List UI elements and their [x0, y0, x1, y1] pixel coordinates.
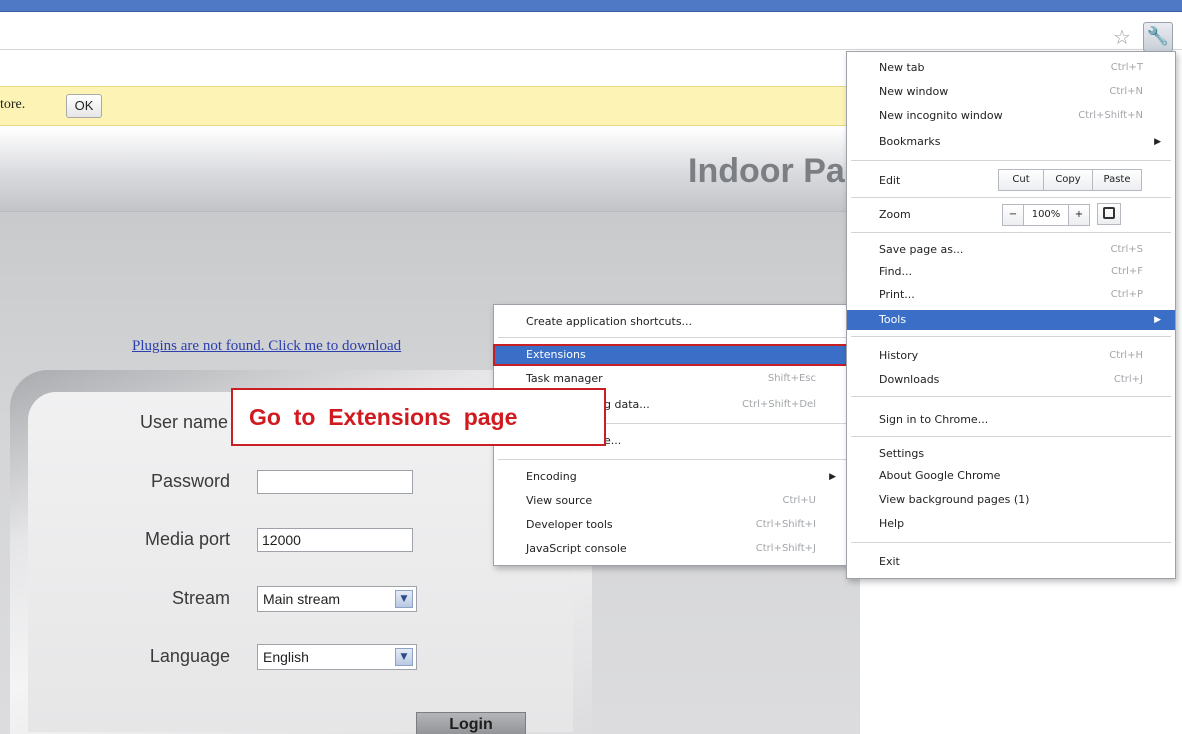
menu-separator — [851, 232, 1171, 233]
menu-separator — [851, 396, 1171, 397]
arrow-right-icon: ▶ — [829, 472, 836, 482]
stream-select[interactable]: Main stream ▼ — [257, 586, 417, 612]
info-bar-text: tore. — [0, 97, 26, 112]
chevron-down-icon[interactable]: ▼ — [395, 648, 413, 666]
menu-item-save-page[interactable]: Save page as... Ctrl+S — [847, 240, 1175, 260]
menu-item-extensions[interactable]: Extensions — [493, 344, 851, 366]
menu-separator — [851, 197, 1171, 198]
browser-toolbar: ☆ 🔧 — [0, 12, 1182, 52]
menu-item-settings[interactable]: Settings — [847, 444, 1175, 464]
info-bar-ok-button[interactable]: OK — [66, 94, 102, 118]
paste-button[interactable]: Paste — [1092, 169, 1142, 191]
menu-item-create-shortcuts[interactable]: Create application shortcuts... — [494, 312, 850, 332]
media-port-label: Media port — [144, 529, 230, 549]
menu-item-view-source[interactable]: View source Ctrl+U — [494, 491, 850, 511]
username-label: User name — [139, 412, 228, 432]
media-port-field[interactable]: 12000 — [257, 528, 413, 552]
wrench-icon[interactable]: 🔧 — [1143, 22, 1173, 52]
copy-button[interactable]: Copy — [1043, 169, 1093, 191]
menu-item-sign-in[interactable]: Sign in to Chrome... — [847, 410, 1175, 430]
annotation-callout: Go to Extensions page — [231, 388, 606, 446]
menu-item-tools[interactable]: Tools ▶ — [847, 310, 1175, 330]
menu-separator — [498, 337, 846, 338]
menu-item-exit[interactable]: Exit — [847, 552, 1175, 572]
menu-item-help[interactable]: Help — [847, 514, 1175, 534]
chrome-main-menu: New tab Ctrl+T New window Ctrl+N New incog… — [846, 51, 1176, 579]
menu-item-find[interactable]: Find... Ctrl+F — [847, 262, 1175, 282]
menu-item-task-manager[interactable]: Task manager Shift+Esc — [494, 369, 850, 389]
stream-label: Stream — [171, 588, 230, 608]
menu-item-developer-tools[interactable]: Developer tools Ctrl+Shift+I — [494, 515, 850, 535]
menu-item-print[interactable]: Print... Ctrl+P — [847, 285, 1175, 305]
zoom-level: 100% — [1024, 204, 1068, 226]
language-select[interactable]: English ▼ — [257, 644, 417, 670]
password-label: Password — [150, 471, 230, 491]
chevron-down-icon[interactable]: ▼ — [395, 590, 413, 608]
arrow-right-icon: ▶ — [1154, 137, 1161, 147]
fullscreen-icon[interactable] — [1097, 203, 1121, 225]
menu-separator — [851, 542, 1171, 543]
menu-separator — [851, 336, 1171, 337]
menu-separator — [851, 436, 1171, 437]
plugin-download-link[interactable]: Plugins are not found. Click me to downl… — [132, 338, 401, 355]
language-select-value: English — [263, 649, 309, 665]
browser-top-strip — [0, 0, 1182, 12]
page-title: Indoor Pa — [688, 152, 845, 190]
info-bar: tore. OK — [0, 86, 860, 126]
language-label: Language — [149, 646, 230, 666]
login-button[interactable]: Login — [416, 712, 526, 734]
menu-separator — [851, 160, 1171, 161]
menu-item-history[interactable]: History Ctrl+H — [847, 346, 1175, 366]
zoom-in-button[interactable]: + — [1068, 204, 1090, 226]
menu-item-new-incognito[interactable]: New incognito window Ctrl+Shift+N — [847, 106, 1175, 126]
menu-item-bookmarks[interactable]: Bookmarks ▶ — [847, 132, 1175, 152]
menu-item-new-window[interactable]: New window Ctrl+N — [847, 82, 1175, 102]
menu-item-downloads[interactable]: Downloads Ctrl+J — [847, 370, 1175, 390]
menu-item-encoding[interactable]: Encoding ▶ — [494, 467, 850, 487]
menu-separator — [498, 459, 846, 460]
menu-item-new-tab[interactable]: New tab Ctrl+T — [847, 58, 1175, 78]
zoom-out-button[interactable]: − — [1002, 204, 1024, 226]
stream-select-value: Main stream — [263, 591, 341, 607]
menu-item-javascript-console[interactable]: JavaScript console Ctrl+Shift+J — [494, 539, 850, 559]
cut-button[interactable]: Cut — [998, 169, 1044, 191]
menu-item-about[interactable]: About Google Chrome — [847, 466, 1175, 486]
arrow-right-icon: ▶ — [1154, 315, 1161, 325]
menu-item-background-pages[interactable]: View background pages (1) — [847, 490, 1175, 510]
password-field[interactable] — [257, 470, 413, 494]
page-header: Indoor Pa — [0, 128, 860, 212]
star-icon[interactable]: ☆ — [1110, 26, 1134, 50]
